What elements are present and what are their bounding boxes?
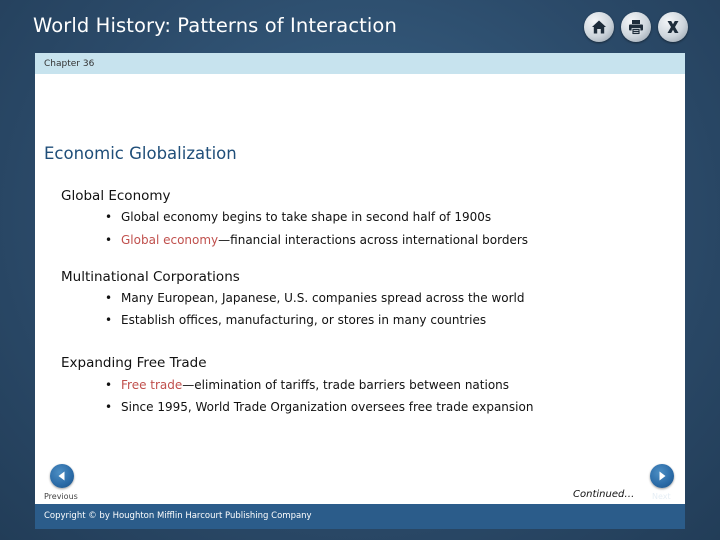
bullet-icon: •: [105, 313, 113, 327]
copyright-text: Copyright © by Houghton Mifflin Harcourt…: [44, 511, 312, 521]
bullet-text: —elimination of tariffs, trade barriers …: [182, 378, 510, 392]
bullet-text: —financial interactions across internati…: [218, 233, 529, 247]
bullet-icon: •: [105, 291, 113, 305]
app-title: World History: Patterns of Interaction: [33, 14, 397, 37]
bullet-item: • Free trade—elimination of tariffs, trad…: [105, 378, 509, 392]
arrow-left-icon: [56, 467, 68, 486]
print-icon: [627, 18, 645, 36]
bullet-item: • Since 1995, World Trade Organization ov…: [105, 400, 533, 414]
home-icon: [590, 18, 608, 36]
bullet-item: • Many European, Japanese, U.S. companies…: [105, 291, 525, 305]
arrow-right-icon: [656, 467, 668, 486]
bullet-icon: •: [105, 210, 113, 224]
continued-note: Continued…: [573, 489, 635, 500]
next-button[interactable]: [650, 464, 674, 488]
bullet-text: Since 1995, World Trade Organization ove…: [121, 400, 534, 414]
previous-label[interactable]: Previous: [44, 492, 78, 501]
bullet-text: Many European, Japanese, U.S. companies …: [121, 291, 525, 305]
bullet-icon: •: [105, 400, 113, 414]
chapter-label: Chapter 36: [44, 59, 95, 69]
key-term[interactable]: Free trade: [121, 378, 182, 392]
key-term[interactable]: Global economy: [121, 233, 218, 247]
footer-bar: Copyright © by Houghton Mifflin Harcourt…: [35, 504, 685, 529]
bullet-text: Global economy begins to take shape in s…: [121, 210, 492, 224]
slide-heading: Economic Globalization: [44, 144, 237, 163]
slide-panel: Chapter 36 Economic Globalization Global…: [35, 53, 685, 529]
chapter-bar: Chapter 36: [35, 53, 685, 74]
toolbar: [584, 12, 688, 44]
bullet-icon: •: [105, 378, 113, 392]
bullet-text: Establish offices, manufacturing, or sto…: [121, 313, 487, 327]
home-button[interactable]: [584, 12, 614, 42]
section-title: Multinational Corporations: [61, 269, 240, 285]
close-icon: [664, 18, 682, 36]
bullet-item: • Global economy begins to take shape in …: [105, 210, 491, 224]
section-title: Global Economy: [61, 188, 171, 204]
next-label[interactable]: Next: [652, 492, 671, 501]
section-title: Expanding Free Trade: [61, 355, 207, 371]
close-button[interactable]: [658, 12, 688, 42]
bullet-icon: •: [105, 233, 113, 247]
previous-button[interactable]: [50, 464, 74, 488]
bullet-item: • Establish offices, manufacturing, or st…: [105, 313, 486, 327]
bullet-item: • Global economy—financial interactions a…: [105, 233, 528, 247]
print-button[interactable]: [621, 12, 651, 42]
